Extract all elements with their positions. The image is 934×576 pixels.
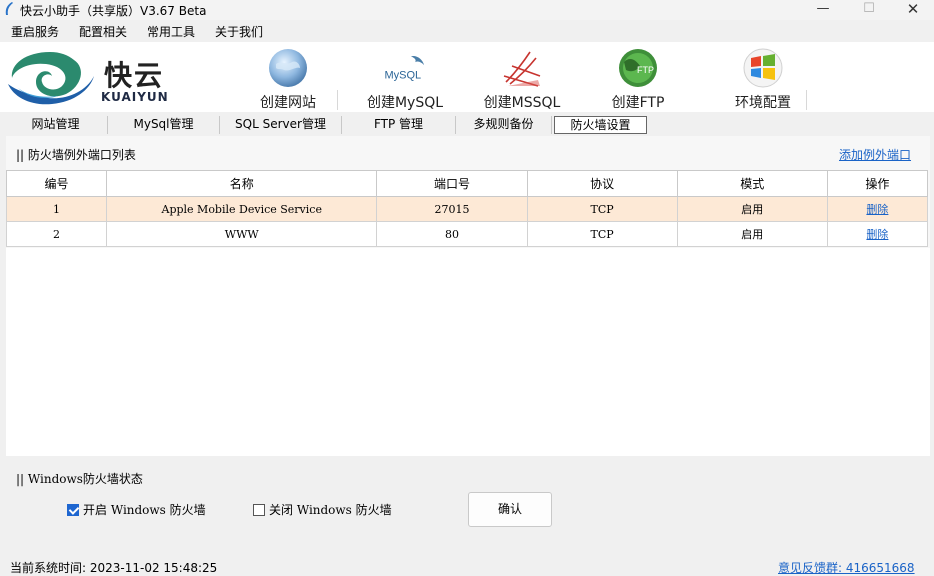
firewall-status-title: || Windows防火墙状态 — [16, 472, 143, 486]
menu-about[interactable]: 关于我们 — [215, 23, 263, 40]
tab-sqlserver[interactable]: SQL Server管理 — [220, 116, 342, 134]
system-time: 当前系统时间: 2023-11-02 15:48:25 — [10, 561, 218, 575]
enable-firewall-checkbox[interactable]: 开启 Windows 防火墙 — [67, 501, 206, 518]
table-empty-area — [6, 248, 930, 456]
window-title: 快云小助手（共享版）V3.67 Beta — [20, 4, 207, 18]
title-bar: 快云小助手（共享版）V3.67 Beta — ☐ ✕ — [0, 0, 934, 20]
disable-firewall-checkbox[interactable]: 关闭 Windows 防火墙 — [253, 501, 392, 518]
tab-website[interactable]: 网站管理 — [4, 116, 108, 134]
menu-tools[interactable]: 常用工具 — [147, 23, 195, 40]
confirm-button[interactable]: 确认 — [468, 492, 552, 527]
delete-link[interactable]: 删除 — [866, 228, 888, 241]
column-header-name[interactable]: 名称 — [106, 170, 378, 197]
column-header-mode[interactable]: 模式 — [676, 170, 828, 197]
logo-text-en: KUAIYUN — [101, 90, 169, 104]
enable-firewall-label: 开启 Windows 防火墙 — [83, 503, 206, 517]
globe-icon — [269, 49, 307, 87]
firewall-list-title: || 防火墙例外端口列表 — [16, 148, 136, 162]
cell-mode: 启用 — [676, 221, 828, 247]
windows-icon — [743, 48, 783, 88]
cell-protocol: TCP — [526, 221, 678, 247]
toolbar-divider — [806, 90, 807, 110]
mysql-icon: MySQL — [384, 55, 425, 81]
add-exception-port-link[interactable]: 添加例外端口 — [839, 146, 911, 163]
create-ftp-label: 创建FTP — [611, 95, 665, 111]
column-header-protocol[interactable]: 协议 — [526, 170, 678, 197]
table-row[interactable]: 1 Apple Mobile Device Service 27015 TCP … — [5, 196, 929, 222]
tab-ftp[interactable]: FTP 管理 — [342, 116, 456, 134]
menu-restart-service[interactable]: 重启服务 — [11, 23, 59, 40]
create-ftp-button[interactable]: FTP 创建FTP — [598, 42, 678, 112]
cell-action: 删除 — [826, 196, 929, 222]
cell-port: 27015 — [376, 196, 528, 222]
toolbar-banner: 快云 KUAIYUN 创建网站 MySQL 创建MySQL 创建MSSQL FT… — [0, 42, 934, 112]
logo-text-cn: 快云 — [104, 59, 165, 92]
tab-firewall[interactable]: 防火墙设置 — [554, 116, 647, 134]
column-header-id[interactable]: 编号 — [5, 170, 108, 197]
svg-text:FTP: FTP — [637, 65, 654, 75]
kuaiyun-logo-icon — [8, 52, 94, 105]
checkbox-checked-icon[interactable] — [67, 504, 79, 516]
column-header-port[interactable]: 端口号 — [376, 170, 528, 197]
cell-name: Apple Mobile Device Service — [106, 196, 378, 222]
cell-port: 80 — [376, 221, 528, 247]
delete-link[interactable]: 删除 — [866, 203, 888, 216]
cell-name: WWW — [106, 221, 378, 247]
environment-config-label: 环境配置 — [735, 95, 791, 111]
svg-text:MySQL: MySQL — [384, 69, 421, 81]
create-mysql-button[interactable]: MySQL 创建MySQL — [360, 42, 450, 112]
checkbox-unchecked-icon[interactable] — [253, 504, 265, 516]
disable-firewall-label: 关闭 Windows 防火墙 — [269, 503, 392, 517]
close-button[interactable]: ✕ — [890, 0, 934, 20]
create-website-label: 创建网站 — [260, 95, 316, 111]
toolbar-divider — [337, 90, 338, 110]
column-header-action[interactable]: 操作 — [826, 170, 929, 197]
create-mssql-button[interactable]: 创建MSSQL — [478, 42, 566, 112]
status-bar: 当前系统时间: 2023-11-02 15:48:25 意见反馈群: 41665… — [0, 556, 934, 576]
table-header-row: 编号 名称 端口号 协议 模式 操作 — [5, 170, 929, 197]
feedback-group-link[interactable]: 意见反馈群: 416651668 — [778, 559, 915, 576]
ftp-icon: FTP — [619, 49, 657, 87]
mssql-icon — [503, 51, 541, 87]
tab-backup[interactable]: 多规则备份 — [456, 116, 552, 134]
menu-bar: 重启服务 配置相关 常用工具 关于我们 — [0, 20, 934, 42]
tab-mysql[interactable]: MySql管理 — [108, 116, 220, 134]
table-row[interactable]: 2 WWW 80 TCP 启用 删除 — [5, 221, 929, 247]
cell-id: 2 — [5, 221, 108, 247]
minimize-button[interactable]: — — [800, 0, 846, 20]
app-feather-icon — [5, 2, 13, 15]
environment-config-button[interactable]: 环境配置 — [722, 42, 804, 112]
cell-protocol: TCP — [526, 196, 678, 222]
menu-config[interactable]: 配置相关 — [79, 23, 127, 40]
create-mssql-label: 创建MSSQL — [483, 95, 561, 111]
cell-action: 删除 — [826, 221, 929, 247]
firewall-port-table: 编号 名称 端口号 协议 模式 操作 1 Apple Mobile Device… — [5, 170, 929, 247]
maximize-button[interactable]: ☐ — [846, 0, 892, 20]
cell-mode: 启用 — [676, 196, 828, 222]
create-website-button[interactable]: 创建网站 — [248, 42, 328, 112]
create-mysql-label: 创建MySQL — [366, 95, 444, 111]
cell-id: 1 — [5, 196, 108, 222]
tab-strip: 网站管理 MySql管理 SQL Server管理 FTP 管理 多规则备份 防… — [0, 114, 934, 134]
